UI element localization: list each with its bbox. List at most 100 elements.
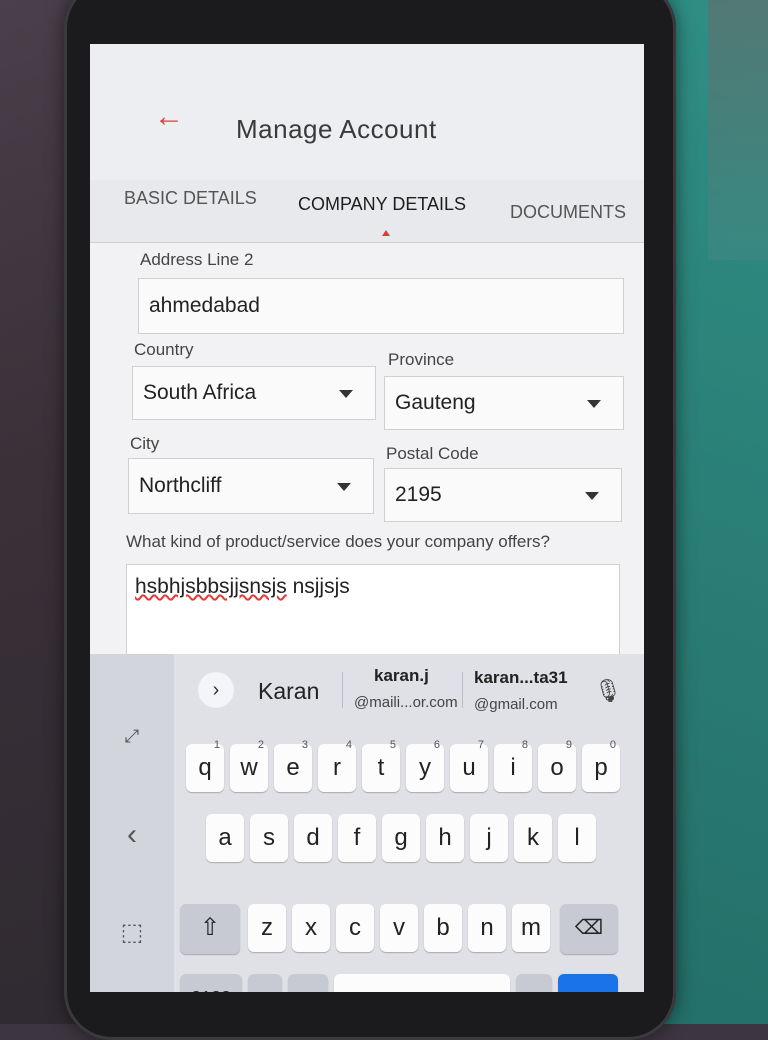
product-service-label: What kind of product/service does your c… xyxy=(126,532,550,551)
active-tab-indicator xyxy=(382,230,390,236)
tab-documents[interactable]: DOCUMENTS xyxy=(510,202,626,223)
key-l[interactable]: l xyxy=(558,814,596,862)
key-o[interactable]: o9 xyxy=(538,739,576,792)
key-g[interactable]: g xyxy=(382,814,420,862)
next-field-key[interactable]: ⇥ xyxy=(558,974,618,992)
typed-word: nsjjsjs xyxy=(286,575,350,598)
city-label: City xyxy=(130,434,160,453)
key-y[interactable]: y6 xyxy=(406,739,444,792)
key-label: v xyxy=(393,914,405,941)
chevron-down-icon xyxy=(337,483,351,491)
key-q[interactable]: q1 xyxy=(186,739,224,792)
key-label: o xyxy=(550,754,564,781)
key-u[interactable]: u7 xyxy=(450,739,488,792)
key-z[interactable]: z xyxy=(248,904,286,952)
country-label: Country xyxy=(134,340,194,359)
backspace-key[interactable]: ⌫ xyxy=(560,904,618,954)
shift-key[interactable]: ⇧ xyxy=(180,904,240,954)
key-r[interactable]: r4 xyxy=(318,739,356,792)
key-label: x xyxy=(305,914,317,941)
tab-basic-details[interactable]: BASIC DETAILS xyxy=(124,188,257,209)
key-label: w xyxy=(240,754,258,781)
key-x[interactable]: x xyxy=(292,904,330,952)
tab-company-details[interactable]: COMPANY DETAILS xyxy=(298,194,466,215)
key-label: b xyxy=(436,914,450,941)
key-label: g xyxy=(394,824,408,851)
product-service-value: hsbhjsbbsjjsnsjs nsjjsjs xyxy=(135,575,350,599)
key-label: t xyxy=(377,754,385,781)
resize-keyboard-icon[interactable]: ⤢ xyxy=(116,726,148,747)
spacebar[interactable] xyxy=(334,974,510,992)
chevron-left-icon[interactable]: ‹ xyxy=(116,818,148,852)
key-t[interactable]: t5 xyxy=(362,739,400,792)
province-select[interactable]: Gauteng xyxy=(384,376,624,430)
key-f[interactable]: f xyxy=(338,814,376,862)
period-key[interactable]: . xyxy=(516,974,552,992)
suggestion-1-email[interactable]: @maili...or.com xyxy=(354,694,458,711)
key-a[interactable]: a xyxy=(206,814,244,862)
key-label: r xyxy=(333,754,341,781)
key-v[interactable]: v xyxy=(380,904,418,952)
key-label: c xyxy=(349,914,361,941)
key-label: u xyxy=(462,754,476,781)
city-value: Northcliff xyxy=(139,474,222,497)
suggestion-2-email[interactable]: @gmail.com xyxy=(474,696,558,713)
address-line-2-label: Address Line 2 xyxy=(140,250,254,269)
key-digit-hint: 4 xyxy=(345,739,352,751)
key-d[interactable]: d xyxy=(294,814,332,862)
key-label: l xyxy=(574,824,580,851)
arrow-left-icon[interactable]: ← xyxy=(154,102,194,132)
city-select[interactable]: Northcliff xyxy=(128,458,374,514)
emoji-icon[interactable]: ☺ xyxy=(288,974,328,992)
key-w[interactable]: w2 xyxy=(230,739,268,792)
background-fabric-right-top xyxy=(708,0,768,260)
key-label: k xyxy=(527,824,539,851)
key-digit-hint: 3 xyxy=(301,739,308,751)
misspelled-word: hsbhjsbbsjjsnsjs xyxy=(135,575,287,598)
suggestion-divider xyxy=(462,672,463,708)
key-digit-hint: 0 xyxy=(609,739,616,751)
key-m[interactable]: m xyxy=(512,904,550,952)
key-b[interactable]: b xyxy=(424,904,462,952)
key-k[interactable]: k xyxy=(514,814,552,862)
key-label: a xyxy=(218,824,232,851)
key-label: f xyxy=(353,824,361,851)
postal-code-value: 2195 xyxy=(395,483,442,506)
key-s[interactable]: s xyxy=(250,814,288,862)
key-e[interactable]: e3 xyxy=(274,739,312,792)
suggestion-2-name[interactable]: karan...ta31 xyxy=(474,668,568,688)
soft-keyboard: ⤢ ‹ ⬚ › Karan karan.j @maili...or.com ka… xyxy=(90,654,644,992)
postal-code-select[interactable]: 2195 xyxy=(384,468,622,522)
symbols-key[interactable]: ?123 xyxy=(180,974,242,992)
key-label: s xyxy=(263,824,275,851)
key-n[interactable]: n xyxy=(468,904,506,952)
mic-off-icon[interactable]: 🎙 xyxy=(594,678,622,704)
key-label: q xyxy=(198,754,212,781)
key-digit-hint: 5 xyxy=(389,739,396,751)
chevron-down-icon xyxy=(587,400,601,408)
suggestion-1-name[interactable]: karan.j xyxy=(374,666,429,686)
key-p[interactable]: p0 xyxy=(582,739,620,792)
address-line-2-value: ahmedabad xyxy=(149,294,260,317)
suggestion-divider xyxy=(342,672,343,708)
key-label: i xyxy=(510,754,516,781)
key-digit-hint: 8 xyxy=(521,739,528,751)
province-value: Gauteng xyxy=(395,391,476,414)
keyboard-mode-icon[interactable]: ⬚ xyxy=(116,918,148,947)
chevron-right-icon[interactable]: › xyxy=(198,672,234,708)
suggestion-karan[interactable]: Karan xyxy=(258,678,319,705)
key-j[interactable]: j xyxy=(470,814,508,862)
suggestion-bar: › Karan karan.j @maili...or.com karan...… xyxy=(174,654,644,718)
address-line-2-input[interactable]: ahmedabad xyxy=(138,278,624,334)
key-c[interactable]: c xyxy=(336,904,374,952)
country-select[interactable]: South Africa xyxy=(132,366,376,420)
key-h[interactable]: h xyxy=(426,814,464,862)
comma-key[interactable]: , xyxy=(248,974,282,992)
tab-bar: BASIC DETAILS COMPANY DETAILS DOCUMENTS xyxy=(90,180,644,243)
key-digit-hint: 2 xyxy=(257,739,264,751)
app-bar: ← Manage Account xyxy=(90,44,644,180)
chevron-down-icon xyxy=(585,492,599,500)
key-label: z xyxy=(261,914,273,941)
key-i[interactable]: i8 xyxy=(494,739,532,792)
key-digit-hint: 7 xyxy=(477,739,484,751)
